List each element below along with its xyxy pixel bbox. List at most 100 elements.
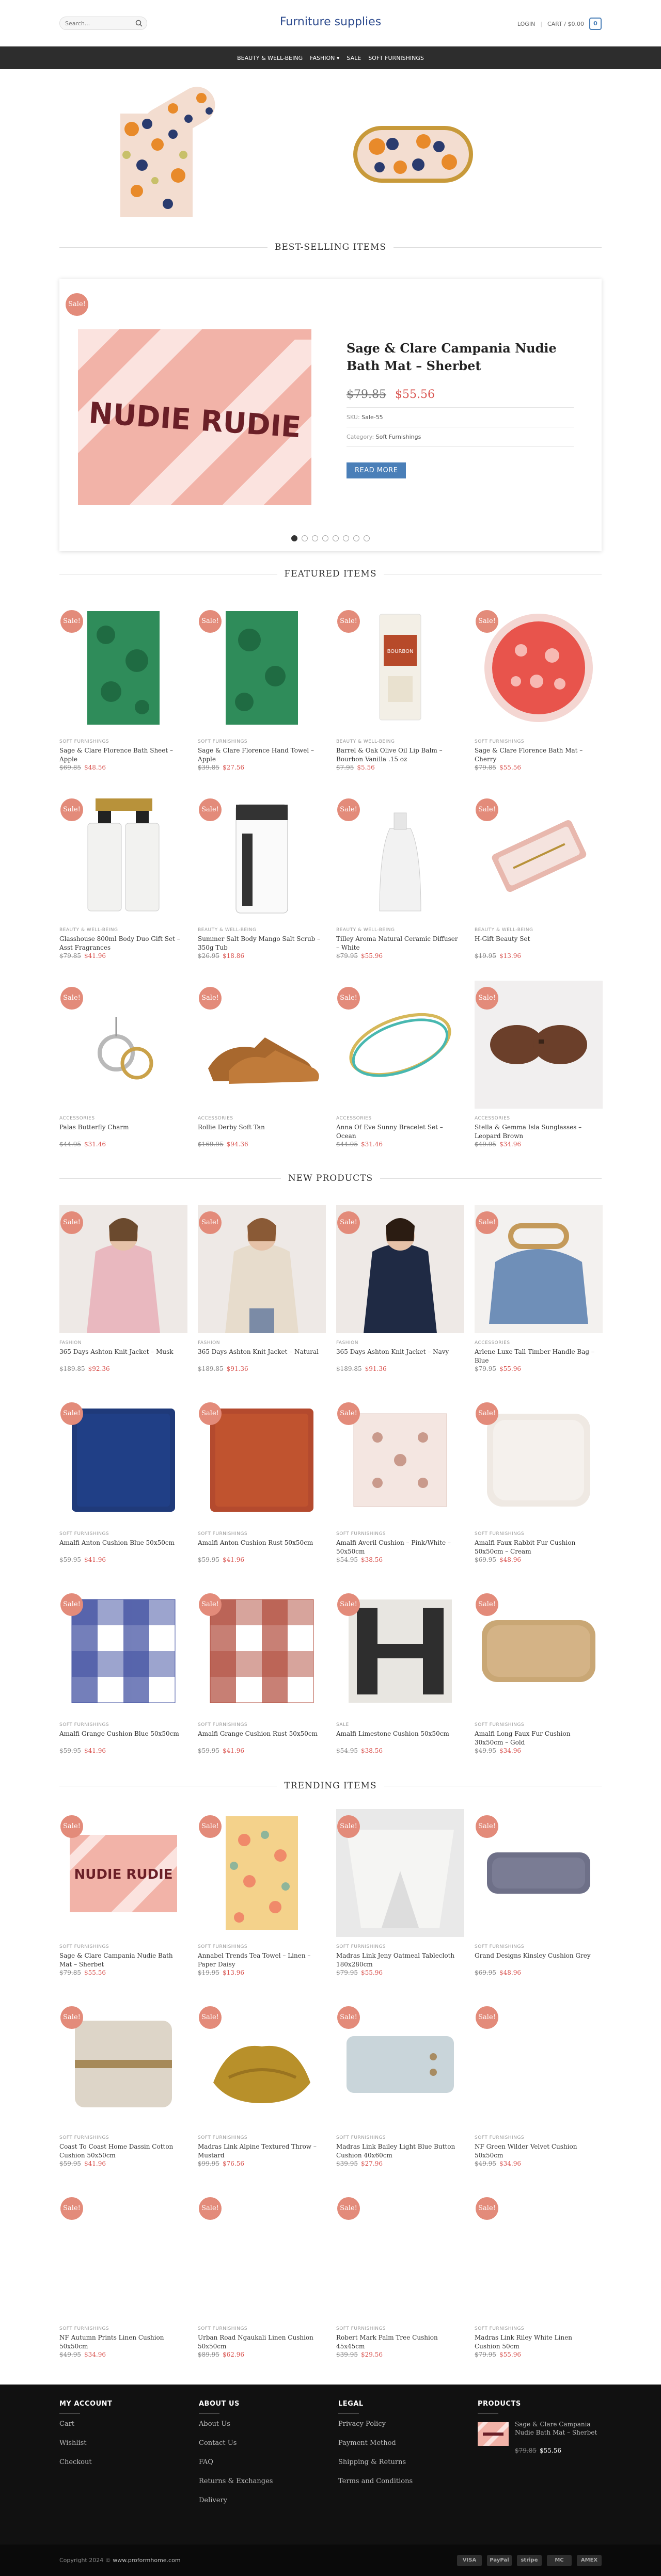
product-category[interactable]: BEAUTY & WELL-BEING <box>475 927 533 933</box>
product-category[interactable]: ACCESSORIES <box>59 1116 95 1121</box>
nav-item-soft-furnishings[interactable]: SOFT FURNISHINGS <box>368 55 424 61</box>
footer-link-payment[interactable]: Payment Method <box>338 2439 413 2447</box>
footer-link-privacy[interactable]: Privacy Policy <box>338 2420 413 2428</box>
footer-link-contact[interactable]: Contact Us <box>199 2439 273 2447</box>
product-category[interactable]: SOFT FURNISHINGS <box>198 1531 247 1537</box>
product-category[interactable]: FASHION <box>59 1340 82 1346</box>
cart-count-badge[interactable]: 0 <box>589 18 602 30</box>
product-name[interactable]: Rollie Derby Soft Tan <box>198 1123 322 1132</box>
product-name[interactable]: Amalfi Limestone Cushion 50x50cm <box>336 1730 460 1738</box>
product-category[interactable]: FASHION <box>336 1340 358 1346</box>
product-name[interactable]: Sage & Clare Florence Bath Mat – Cherry <box>475 746 599 764</box>
product-category[interactable]: FASHION <box>198 1340 220 1346</box>
footer-link-shipping[interactable]: Shipping & Returns <box>338 2458 413 2466</box>
footer-product-item[interactable]: Sage & Clare Campania Nudie Bath Mat – S… <box>478 2420 602 2454</box>
best-selling-slider[interactable]: Sale! NUDIE RUDIE Sage & Clare Campania … <box>59 279 602 551</box>
product-name[interactable]: Amalfi Anton Cushion Rust 50x50cm <box>198 1539 322 1547</box>
product-name[interactable]: Urban Road Ngaukali Linen Cushion 50x50c… <box>198 2333 322 2351</box>
slider-dot[interactable] <box>343 535 349 541</box>
product-name[interactable]: Amalfi Averil Cushion – Pink/White – 50x… <box>336 1539 460 1556</box>
product-name[interactable]: Annabel Trends Tea Towel – Linen – Paper… <box>198 1951 322 1969</box>
product-name[interactable]: Tilley Aroma Natural Ceramic Diffuser – … <box>336 935 460 952</box>
copyright-link[interactable]: www.proformhome.com <box>113 2557 180 2564</box>
slider-dot[interactable] <box>322 535 328 541</box>
product-category[interactable]: SOFT FURNISHINGS <box>475 1531 524 1537</box>
product-name[interactable]: 365 Days Ashton Knit Jacket – Musk <box>59 1348 183 1356</box>
product-name[interactable]: NF Green Wilder Velvet Cushion 50x50cm <box>475 2142 599 2160</box>
product-category[interactable]: ACCESSORIES <box>475 1340 510 1346</box>
product-name[interactable]: 365 Days Ashton Knit Jacket – Natural <box>198 1348 322 1356</box>
product-category[interactable]: SOFT FURNISHINGS <box>336 1944 386 1949</box>
product-category[interactable]: BEAUTY & WELL-BEING <box>59 927 118 933</box>
product-name[interactable]: NF Autumn Prints Linen Cushion 50x50cm <box>59 2333 183 2351</box>
slider-dot[interactable] <box>353 535 359 541</box>
nav-item-sale[interactable]: SALE <box>347 55 361 61</box>
product-name[interactable]: Madras Link Jeny Oatmeal Tablecloth 180x… <box>336 1951 460 1969</box>
product-category[interactable]: ACCESSORIES <box>198 1116 233 1121</box>
slider-product-title[interactable]: Sage & Clare Campania Nudie Bath Mat – S… <box>347 340 589 375</box>
footer-link-wishlist[interactable]: Wishlist <box>59 2439 92 2447</box>
footer-link-terms[interactable]: Terms and Conditions <box>338 2477 413 2485</box>
slider-dot[interactable] <box>364 535 370 541</box>
slider-dot[interactable] <box>291 535 297 541</box>
product-category[interactable]: SALE <box>336 1722 349 1727</box>
footer-product-thumb[interactable] <box>478 2422 509 2446</box>
product-category[interactable]: SOFT FURNISHINGS <box>198 1944 247 1949</box>
footer-link-cart[interactable]: Cart <box>59 2420 92 2428</box>
product-category[interactable]: SOFT FURNISHINGS <box>198 739 247 744</box>
product-name[interactable]: Barrel & Oak Olive Oil Lip Balm – Bourbo… <box>336 746 460 764</box>
product-name[interactable]: Coast To Coast Home Dassin Cotton Cushio… <box>59 2142 183 2160</box>
product-category[interactable]: SOFT FURNISHINGS <box>59 2135 109 2140</box>
product-category[interactable]: SOFT FURNISHINGS <box>336 1531 386 1537</box>
login-link[interactable]: LOGIN <box>517 21 535 27</box>
product-category[interactable]: SOFT FURNISHINGS <box>475 2135 524 2140</box>
product-category[interactable]: SOFT FURNISHINGS <box>198 1722 247 1727</box>
footer-link-delivery[interactable]: Delivery <box>199 2497 273 2504</box>
product-name[interactable]: Robert Mark Palm Tree Cushion 45x45cm <box>336 2333 460 2351</box>
product-category[interactable]: BEAUTY & WELL-BEING <box>336 927 395 933</box>
product-category[interactable]: SOFT FURNISHINGS <box>336 2135 386 2140</box>
read-more-button[interactable]: READ MORE <box>347 462 406 478</box>
product-name[interactable]: Grand Designs Kinsley Cushion Grey <box>475 1951 599 1960</box>
category-link[interactable]: Soft Furnishings <box>376 434 421 440</box>
product-category[interactable]: SOFT FURNISHINGS <box>198 2326 247 2331</box>
product-name[interactable]: H-Gift Beauty Set <box>475 935 599 943</box>
product-name[interactable]: Palas Butterfly Charm <box>59 1123 183 1132</box>
product-name[interactable]: Glasshouse 800ml Body Duo Gift Set – Ass… <box>59 935 183 952</box>
footer-link-returns[interactable]: Returns & Exchanges <box>199 2477 273 2485</box>
product-name[interactable]: 365 Days Ashton Knit Jacket – Navy <box>336 1348 460 1356</box>
product-name[interactable]: Madras Link Riley White Linen Cushion 50… <box>475 2333 599 2351</box>
product-name[interactable]: Amalfi Grange Cushion Rust 50x50cm <box>198 1730 322 1738</box>
footer-product-name[interactable]: Sage & Clare Campania Nudie Bath Mat – S… <box>515 2420 597 2437</box>
product-name[interactable]: Sage & Clare Campania Nudie Bath Mat – S… <box>59 1951 183 1969</box>
product-category[interactable]: ACCESSORIES <box>475 1116 510 1121</box>
cart-link[interactable]: CART / $0.00 <box>547 21 584 27</box>
footer-link-checkout[interactable]: Checkout <box>59 2458 92 2466</box>
nav-item-fashion[interactable]: FASHION ▾ <box>310 55 339 61</box>
hero-floral-case-image[interactable] <box>351 121 475 188</box>
product-name[interactable]: Sage & Clare Florence Hand Towel – Apple <box>198 746 322 764</box>
product-category[interactable]: SOFT FURNISHINGS <box>475 1722 524 1727</box>
product-name[interactable]: Amalfi Anton Cushion Blue 50x50cm <box>59 1539 183 1547</box>
footer-link-faq[interactable]: FAQ <box>199 2458 273 2466</box>
nav-item-beauty[interactable]: BEAUTY & WELL-BEING <box>237 55 303 61</box>
product-name[interactable]: Amalfi Long Faux Fur Cushion 30x50cm – G… <box>475 1730 599 1747</box>
product-name[interactable]: Arlene Luxe Tall Timber Handle Bag – Blu… <box>475 1348 599 1365</box>
product-name[interactable]: Summer Salt Body Mango Salt Scrub – 350g… <box>198 935 322 952</box>
slider-dot[interactable] <box>333 535 339 541</box>
product-category[interactable]: SOFT FURNISHINGS <box>59 1944 109 1949</box>
product-name[interactable]: Amalfi Faux Rabbit Fur Cushion 50x50cm –… <box>475 1539 599 1556</box>
product-category[interactable]: BEAUTY & WELL-BEING <box>336 739 395 744</box>
product-category[interactable]: BEAUTY & WELL-BEING <box>198 927 256 933</box>
product-category[interactable]: ACCESSORIES <box>336 1116 372 1121</box>
slider-dot[interactable] <box>302 535 308 541</box>
product-name[interactable]: Stella & Gemma Isla Sunglasses – Leopard… <box>475 1123 599 1141</box>
product-name[interactable]: Amalfi Grange Cushion Blue 50x50cm <box>59 1730 183 1738</box>
product-category[interactable]: SOFT FURNISHINGS <box>336 2326 386 2331</box>
product-category[interactable]: SOFT FURNISHINGS <box>475 2326 524 2331</box>
slider-product-image[interactable]: NUDIE RUDIE <box>78 329 311 505</box>
product-category[interactable]: SOFT FURNISHINGS <box>59 1531 109 1537</box>
footer-link-about[interactable]: About Us <box>199 2420 273 2428</box>
product-category[interactable]: SOFT FURNISHINGS <box>198 2135 247 2140</box>
product-category[interactable]: SOFT FURNISHINGS <box>59 739 109 744</box>
